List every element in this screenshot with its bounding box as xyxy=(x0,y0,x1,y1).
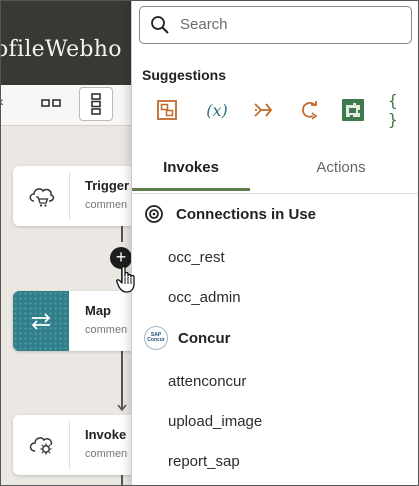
suggestions-label: Suggestions xyxy=(142,67,227,83)
section-title: Connections in Use xyxy=(176,205,317,223)
section-concur: SAP Concur Concur xyxy=(144,326,231,350)
arrow-down-icon xyxy=(117,404,127,412)
integration-title: ofileWebho xyxy=(0,37,122,62)
json-action-icon[interactable]: { } xyxy=(388,91,414,129)
search-input[interactable] xyxy=(180,13,400,35)
cloud-gear-icon xyxy=(13,415,69,475)
vertical-layout-button[interactable] xyxy=(79,87,113,121)
for-each-icon[interactable] xyxy=(297,97,323,123)
connection-item[interactable]: report_sap xyxy=(168,453,240,470)
tab-actions[interactable]: Actions xyxy=(282,149,400,191)
trigger-node[interactable]: Trigger commen xyxy=(13,166,136,226)
invokes-actions-tabs: Invokes Actions xyxy=(132,149,418,194)
search-icon xyxy=(151,16,169,34)
app-frame: ofileWebho ‹ xyxy=(0,0,419,486)
section-title: Concur xyxy=(178,329,231,347)
connection-item[interactable]: attenconcur xyxy=(168,373,246,390)
node-subtitle: commen xyxy=(85,324,128,336)
node-title: Trigger xyxy=(85,178,130,193)
add-action-popup: Suggestions (x) xyxy=(131,1,418,485)
node-divider xyxy=(69,421,70,469)
switch-action-icon[interactable] xyxy=(250,97,276,123)
node-title: Map xyxy=(85,303,111,318)
cloud-cart-icon xyxy=(13,166,69,226)
sap-concur-logo: SAP Concur xyxy=(144,326,168,350)
map-node[interactable]: Map commen xyxy=(13,291,136,351)
target-icon xyxy=(144,204,164,224)
invoke-node[interactable]: Invoke commen xyxy=(13,415,136,475)
vertical-layout-icon xyxy=(91,93,101,115)
suggestions-row: (x) {} xyxy=(154,91,416,129)
integration-header: ofileWebho xyxy=(1,1,136,85)
horizontal-layout-button[interactable] xyxy=(35,87,67,119)
flow-connector xyxy=(121,351,123,409)
horizontal-layout-icon xyxy=(41,99,61,107)
map-arrows-icon xyxy=(13,291,69,351)
node-divider xyxy=(69,172,70,220)
node-subtitle: commen xyxy=(85,448,128,460)
connection-item[interactable]: upload_image xyxy=(168,413,262,430)
hand-cursor-icon xyxy=(116,265,135,293)
connection-item[interactable]: occ_admin xyxy=(168,289,241,306)
flow-connector xyxy=(121,226,123,242)
integration-icon[interactable] xyxy=(340,97,366,123)
map-action-icon[interactable] xyxy=(154,97,180,123)
node-subtitle: commen xyxy=(85,199,128,211)
section-connections-in-use: Connections in Use xyxy=(144,202,316,226)
search-box[interactable] xyxy=(139,6,412,44)
assign-variable-icon[interactable]: (x) xyxy=(200,97,234,123)
canvas-toolbar: ‹ xyxy=(1,85,136,126)
node-title: Invoke xyxy=(85,427,127,442)
chevron-icon[interactable]: ‹ xyxy=(1,93,4,109)
tab-invokes[interactable]: Invokes xyxy=(132,149,250,191)
connection-item[interactable]: occ_rest xyxy=(168,249,225,266)
